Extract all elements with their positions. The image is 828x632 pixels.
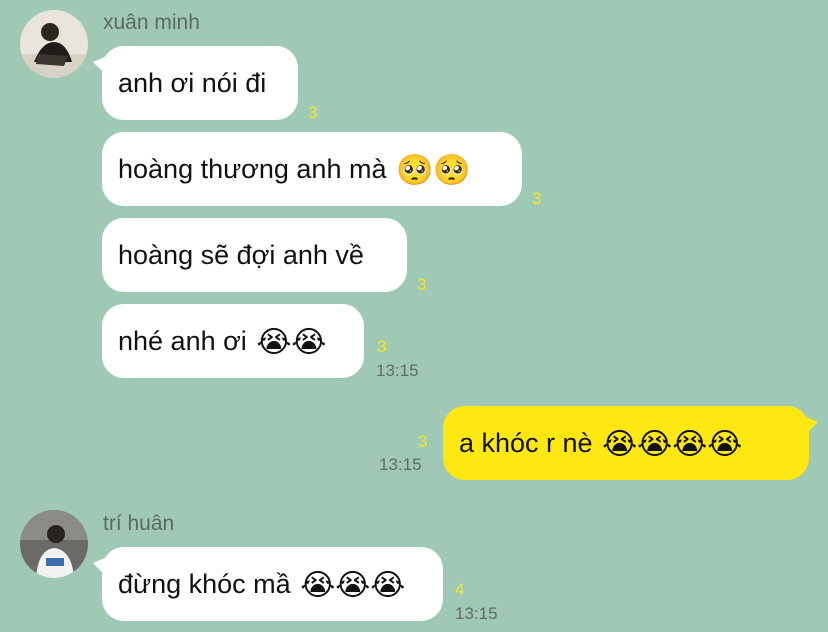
sender-name: trí huân [103, 512, 175, 535]
message-text: nhé anh ơi [118, 326, 247, 356]
unread-count: 3 [417, 275, 427, 294]
message-text: hoàng thương anh mà [118, 154, 387, 184]
message-text: a khóc r nè [459, 428, 593, 458]
sender-name: xuân minh [103, 11, 200, 34]
crying-face-emoji-icon: 😭😭 [256, 325, 327, 359]
message-bubble[interactable]: đừng khóc mầ 😭😭😭 [93, 547, 443, 621]
message-text: hoàng sẽ đợi anh về [118, 240, 364, 270]
avatar-photo-icon [20, 510, 88, 578]
message-bubble[interactable]: hoàng sẽ đợi anh về [102, 218, 407, 292]
unread-count: 3 [532, 189, 542, 208]
avatar-photo-icon [20, 10, 88, 78]
unread-count: 3 [418, 432, 428, 451]
avatar-xuan-minh[interactable] [20, 10, 88, 78]
unread-count: 4 [455, 580, 465, 599]
unread-count: 3 [377, 337, 387, 356]
message-text: anh ơi nói đi [118, 68, 267, 98]
unread-count: 3 [308, 103, 318, 122]
message-timestamp: 13:15 [379, 455, 422, 474]
message-bubble[interactable]: nhé anh ơi 😭😭 [102, 304, 364, 378]
outgoing-message-bubble[interactable]: a khóc r nè 😭😭😭😭 [443, 406, 818, 480]
message-bubble[interactable]: anh ơi nói đi [93, 46, 298, 120]
message-bubble[interactable]: hoàng thương anh mà 🥺🥺 [102, 132, 522, 206]
crying-face-emoji-icon: 😭😭😭 [300, 568, 406, 602]
crying-face-emoji-icon: 😭😭😭😭 [602, 427, 743, 461]
message-timestamp: 13:15 [455, 604, 498, 623]
message-timestamp: 13:15 [376, 361, 419, 380]
avatar-tri-huan[interactable] [20, 510, 88, 578]
pleading-face-emoji-icon: 🥺🥺 [396, 153, 471, 187]
message-text: đừng khóc mầ [118, 569, 291, 599]
